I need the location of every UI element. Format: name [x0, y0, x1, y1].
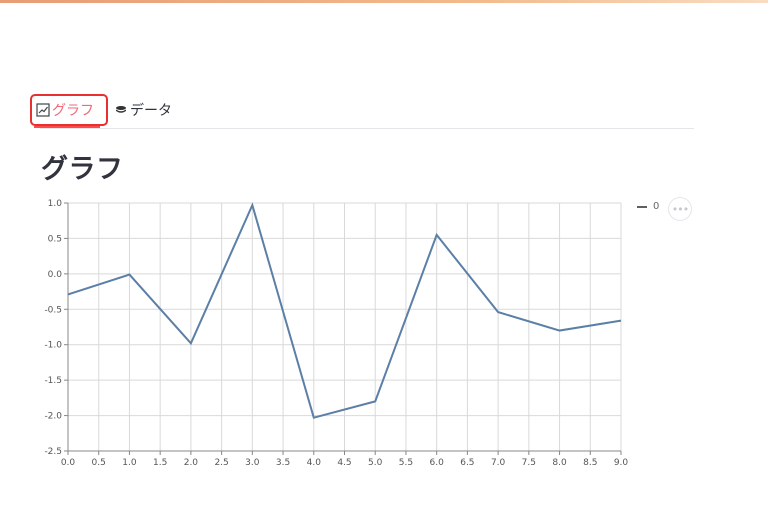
- chart-svg: 0.0 0.5 1.0 1.5 2.0 2.5 3.0 3.5 4.0 4.5 5.0 5.5 6.0 6…: [44, 199, 629, 468]
- legend-swatch: [637, 205, 647, 208]
- y-tick-label: -1.0: [44, 341, 62, 351]
- x-tick-label: 2.5: [214, 458, 228, 468]
- x-tick-label: 1.0: [122, 458, 137, 468]
- x-tick-label: 0.5: [92, 458, 106, 468]
- page-title: グラフ: [41, 154, 124, 185]
- tab-graph[interactable]: グラフ: [30, 94, 108, 128]
- y-tick-label: 1.0: [48, 199, 63, 209]
- y-tick-label: 0.5: [48, 234, 62, 244]
- x-tick-label: 3.0: [245, 458, 260, 468]
- x-tick-label: 6.0: [430, 458, 445, 468]
- y-tick-label: 0.0: [48, 270, 63, 280]
- x-tick-label: 5.5: [399, 458, 413, 468]
- x-tick-label: 4.5: [337, 458, 351, 468]
- more-horizontal-icon: •••: [671, 202, 689, 216]
- line-chart-icon: [36, 103, 50, 117]
- x-tick-label: 5.0: [368, 458, 383, 468]
- chart-more-button[interactable]: •••: [668, 197, 692, 221]
- x-tick-label: 7.5: [522, 458, 536, 468]
- y-tick-label: -0.5: [44, 305, 62, 315]
- tab-graph-label: グラフ: [52, 103, 94, 119]
- x-tick-label: 4.0: [307, 458, 322, 468]
- chart-legend: 0: [637, 201, 659, 212]
- app-top-decoration: [0, 0, 768, 3]
- x-tick-label: 8.0: [552, 458, 567, 468]
- line-chart[interactable]: 0.0 0.5 1.0 1.5 2.0 2.5 3.0 3.5 4.0 4.5 5.0 5.5 6.0 6…: [34, 195, 634, 470]
- legend-label: 0: [653, 201, 660, 212]
- x-tick-label: 2.0: [184, 458, 199, 468]
- x-tick-label: 8.5: [583, 458, 597, 468]
- tab-selected-indicator: [34, 126, 100, 128]
- y-tick-label: -1.5: [44, 376, 62, 386]
- y-tick-label: -2.0: [44, 412, 62, 422]
- x-tick-label: 9.0: [614, 458, 629, 468]
- tab-data[interactable]: データ: [114, 94, 172, 126]
- database-icon: [114, 104, 128, 116]
- x-tick-label: 0.0: [61, 458, 76, 468]
- x-tick-label: 1.5: [153, 458, 167, 468]
- tab-data-label: データ: [130, 103, 172, 119]
- y-tick-label: -2.5: [44, 447, 62, 457]
- x-tick-label: 7.0: [491, 458, 506, 468]
- tab-bar: グラフ データ: [30, 90, 694, 129]
- x-tick-label: 3.5: [276, 458, 290, 468]
- x-tick-label: 6.5: [460, 458, 474, 468]
